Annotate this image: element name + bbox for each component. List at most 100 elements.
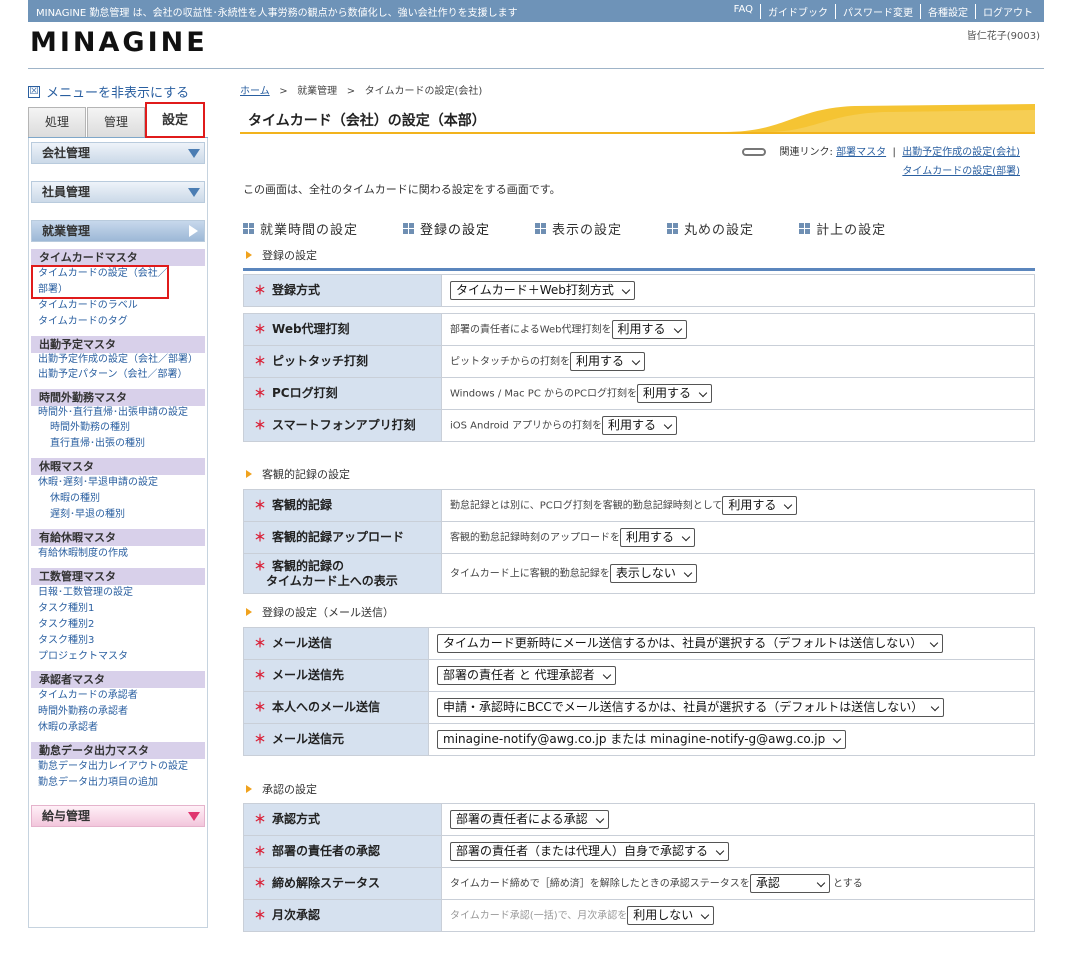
mail-recipient-select[interactable]: 部署の責任者 と 代理承認者 (437, 666, 616, 685)
breadcrumb-home[interactable]: ホーム (240, 86, 270, 97)
self-mail-select[interactable]: 申請・承認時にBCCでメール送信するかは、社員が選択する（デフォルトは送信しない… (437, 698, 945, 717)
objective-display-select[interactable]: 表示しない (609, 564, 697, 583)
sidebar-link-task-type-2[interactable]: タスク種別2 (29, 617, 207, 633)
sidebar-head-salary[interactable]: 給与管理 (31, 805, 205, 827)
section-nav-registration[interactable]: 登録の設定 (403, 219, 490, 238)
sidebar-link-daily-report[interactable]: 日報･工数管理の設定 (29, 585, 207, 601)
sidebar-link-timecard-labels[interactable]: タイムカードのラベル (29, 298, 207, 314)
top-bar: MINAGINE 勤怠管理 は、会社の収益性･永続性を人事労務の観点から数値化し… (28, 0, 1044, 22)
field-value: 勤怠記録とは別に、PCログ打刻を客観的勤怠記録時刻として 利用する (441, 489, 1035, 522)
sidebar-link-schedule-settings[interactable]: 出勤予定作成の設定（会社／部署） (29, 353, 207, 367)
tab-management[interactable]: 管理 (87, 107, 145, 137)
grid-icon (799, 223, 811, 234)
page-title: タイムカード（会社）の設定（本部） (248, 113, 486, 129)
sidebar-head-employee[interactable]: 社員管理 (31, 181, 205, 203)
field-label: ＊ スマートフォンアプリ打刻 (243, 409, 442, 442)
section-nav-worktime[interactable]: 就業時間の設定 (243, 219, 358, 238)
title-wave-decoration (725, 104, 1035, 132)
section-title-approval: 承認の設定 (246, 781, 317, 797)
sidebar-link-project-master[interactable]: プロジェクトマスタ (29, 649, 207, 665)
table-row: ＊ スマートフォンアプリ打刻 iOS Android アプリからの打刻を 利用する (243, 409, 1035, 442)
hide-menu-button[interactable]: ☒ メニューを非表示にする (28, 82, 189, 101)
close-release-status-select[interactable]: 承認 (749, 874, 830, 893)
approval-method-select[interactable]: 部署の責任者による承認 (450, 810, 609, 829)
field-description: 部署の責任者によるWeb代理打刻を (450, 324, 612, 336)
change-password-link[interactable]: パスワード変更 (835, 4, 920, 19)
sidebar-category-export: 勤怠データ出力マスタ (31, 742, 205, 759)
sidebar-category-timecard: タイムカードマスタ (31, 249, 205, 266)
sidebar-head-company[interactable]: 会社管理 (31, 142, 205, 164)
required-mark: ＊ (254, 322, 267, 336)
field-value: Windows / Mac PC からのPCログ打刻を 利用する (441, 377, 1035, 410)
field-label: ＊ メール送信先 (243, 659, 429, 692)
logout-link[interactable]: ログアウト (975, 4, 1040, 19)
sidebar-link-paid-leave-create[interactable]: 有給休暇制度の作成 (29, 546, 207, 562)
logo[interactable]: MINAGINE (30, 27, 208, 58)
breadcrumb-separator: > (346, 86, 356, 97)
faq-link[interactable]: FAQ (727, 4, 760, 19)
objective-upload-select[interactable]: 利用する (620, 528, 696, 547)
sidebar-link-overtime-settings[interactable]: 時間外･直行直帰･出張申請の設定 (29, 406, 207, 420)
sidebar-link-timecard-tags[interactable]: タイムカードのタグ (29, 314, 207, 330)
sidebar-link-direct-trip-types[interactable]: 直行直帰･出張の種別 (29, 436, 207, 452)
mail-sender-select[interactable]: minagine-notify@awg.co.jp または minagine-n… (437, 730, 847, 749)
section-nav-accounting[interactable]: 計上の設定 (799, 219, 886, 238)
registration-settings-table: ＊ Web代理打刻 部署の責任者によるWeb代理打刻を 利用する ＊ ピットタッチ打刻… (243, 313, 1035, 442)
registration-method-select[interactable]: タイムカード＋Web打刻方式 (450, 281, 635, 300)
web-proxy-punch-select[interactable]: 利用する (611, 320, 687, 339)
related-link-timecard-department[interactable]: タイムカードの設定(部署) (902, 166, 1020, 177)
sidebar-link-task-type-1[interactable]: タスク種別1 (29, 601, 207, 617)
sidebar-link-overtime-types[interactable]: 時間外勤務の種別 (29, 420, 207, 436)
sidebar-head-attendance[interactable]: 就業管理 (31, 220, 205, 242)
tab-settings[interactable]: 設定 (145, 102, 205, 138)
pc-log-punch-select[interactable]: 利用する (637, 384, 713, 403)
sidebar-link-overtime-approver[interactable]: 時間外勤務の承認者 (29, 704, 207, 720)
sidebar-link-leave-types[interactable]: 休暇の種別 (29, 491, 207, 507)
table-row: ＊ Web代理打刻 部署の責任者によるWeb代理打刻を 利用する (243, 313, 1035, 346)
section-nav-rounding[interactable]: 丸めの設定 (667, 219, 754, 238)
triangle-right-icon (189, 225, 198, 237)
sidebar-link-export-items[interactable]: 勤怠データ出力項目の追加 (29, 775, 207, 791)
field-label-text: PCログ打刻 (272, 386, 338, 400)
field-label-text: 締め解除ステータス (272, 876, 381, 890)
sidebar-head-label: 社員管理 (42, 185, 91, 199)
required-mark: ＊ (254, 876, 267, 890)
sidebar-link-task-type-3[interactable]: タスク種別3 (29, 633, 207, 649)
mail-send-select[interactable]: タイムカード更新時にメール送信するかは、社員が選択する（デフォルトは送信しない） (437, 634, 944, 653)
tagline: MINAGINE 勤怠管理 は、会社の収益性･永続性を人事労務の観点から数値化し… (36, 8, 518, 19)
sidebar-category-workload: 工数管理マスタ (31, 568, 205, 585)
sidebar-link-leave-settings[interactable]: 休暇･遅刻･早退申請の設定 (29, 475, 207, 491)
sidebar-link-export-layout[interactable]: 勤怠データ出力レイアウトの設定 (29, 759, 207, 775)
section-nav-label: 計上の設定 (816, 223, 887, 238)
triangle-down-icon (188, 149, 200, 158)
section-nav-label: 登録の設定 (420, 223, 491, 238)
section-title-text: 客観的記録の設定 (262, 468, 350, 481)
sidebar-link-leave-approver[interactable]: 休暇の承認者 (29, 720, 207, 736)
manager-approval-select[interactable]: 部署の責任者（または代理人）自身で承認する (450, 842, 730, 861)
guidebook-link[interactable]: ガイドブック (760, 4, 835, 19)
required-mark: ＊ (254, 386, 267, 400)
sidebar-link-late-types[interactable]: 遅刻･早退の種別 (29, 507, 207, 523)
pit-touch-punch-select[interactable]: 利用する (570, 352, 646, 371)
objective-record-select[interactable]: 利用する (722, 496, 798, 515)
triangle-down-icon (188, 188, 200, 197)
related-link-schedule-settings[interactable]: 出勤予定作成の設定(会社) (902, 147, 1020, 158)
monthly-approval-select[interactable]: 利用しない (627, 906, 715, 925)
field-value: 申請・承認時にBCCでメール送信するかは、社員が選択する（デフォルトは送信しない… (428, 691, 1035, 724)
smartphone-app-punch-select[interactable]: 利用する (602, 416, 678, 435)
sidebar-link-timecard-settings[interactable]: タイムカードの設定（会社／部署） (31, 265, 169, 299)
field-label-text: 部署の責任者の承認 (272, 844, 381, 858)
field-description: 勤怠記録とは別に、PCログ打刻を客観的勤怠記録時刻として (450, 500, 723, 512)
field-label-text: 承認方式 (272, 812, 321, 826)
related-link-department[interactable]: 部署マスタ (836, 147, 886, 158)
field-label: ＊ ピットタッチ打刻 (243, 345, 442, 378)
field-label-text: 登録方式 (272, 283, 321, 297)
sidebar-link-schedule-patterns[interactable]: 出勤予定パターン（会社／部署） (29, 367, 207, 383)
grid-icon (243, 223, 254, 234)
settings-link[interactable]: 各種設定 (920, 4, 975, 19)
sidebar-link-timecard-approver[interactable]: タイムカードの承認者 (29, 688, 207, 704)
field-label: ＊ メール送信 (243, 627, 429, 660)
section-nav-display[interactable]: 表示の設定 (535, 219, 622, 238)
field-description: タイムカード上に客観的勤怠記録を (450, 568, 610, 580)
tab-processing[interactable]: 処理 (28, 107, 86, 137)
